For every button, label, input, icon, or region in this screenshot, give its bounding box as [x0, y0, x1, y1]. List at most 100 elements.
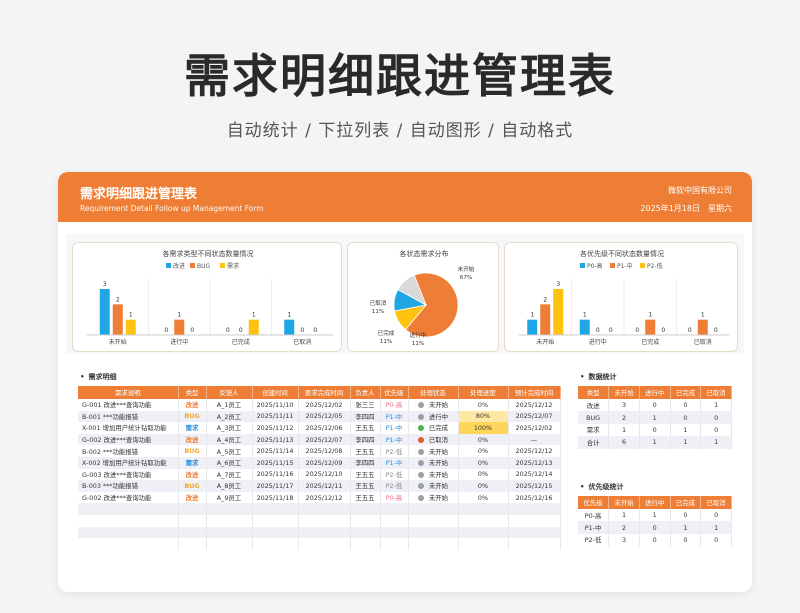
bar: [697, 319, 708, 335]
empty-cell: [252, 503, 299, 515]
table-cell: A_6员工: [206, 456, 253, 469]
empty-cell: [206, 503, 253, 515]
status-cell: 进行中: [408, 410, 459, 423]
table-cell: 2025/11/14: [252, 445, 299, 457]
stat-cell: 1: [608, 509, 640, 522]
priority-cell: P0-高: [380, 399, 409, 411]
status-dot-icon: [417, 413, 424, 420]
status-text: 未开始: [428, 401, 449, 410]
empty-cell: [78, 526, 179, 539]
report-card: 需求明细跟进管理表 Requirement Detail Follow up M…: [58, 172, 752, 592]
stat-row: 改进 3 0 0 1: [578, 399, 732, 412]
column-header: 创建时间: [252, 386, 299, 399]
empty-cell: [408, 514, 459, 527]
table-row[interactable]: G-001 改进***查询功能 改进 A_1员工 2025/11/10 2025/12/…: [78, 399, 561, 411]
stat-cell: 需求: [578, 423, 610, 437]
table-cell: 2025/11/16: [252, 468, 299, 481]
status-dot-icon: [417, 425, 424, 432]
status-dot-icon: [417, 460, 424, 467]
bar: [579, 319, 590, 335]
empty-cell: [508, 538, 561, 550]
tick-label: 未开始: [109, 338, 127, 346]
status-dot-icon: [417, 437, 424, 444]
data-label: 0: [313, 327, 317, 334]
empty-cell: [78, 503, 179, 515]
type-cell: BUG: [178, 480, 207, 492]
legend-swatch: [640, 263, 645, 268]
empty-cell: [252, 526, 299, 539]
stat-cell: 3: [608, 399, 640, 412]
empty-cell: [458, 526, 509, 539]
data-label: 1: [583, 312, 587, 319]
requirement-cell: X-001 增加用户统计钻取功能: [78, 422, 179, 434]
table-cell: 李四四: [350, 433, 381, 446]
data-label: 1: [177, 312, 181, 319]
empty-cell: [508, 526, 561, 539]
stat-row: 需求 1 0 1 0: [578, 423, 732, 437]
stat-cell: 1: [670, 521, 702, 534]
tick-label: 已取消: [694, 338, 712, 346]
empty-cell: [178, 503, 207, 515]
chart-priority-status-svg: 各优先级不同状态数量情况P0-高 P1-中 P2-低123未开始10 0进行中010已…: [519, 249, 729, 346]
table-cell: 2025/12/02: [508, 422, 561, 434]
progress-cell: 0%: [458, 399, 509, 411]
progress-cell: 0%: [458, 433, 509, 446]
table-row[interactable]: G-003 改进***查询功能 改进 A_7员工 2025/11/16 2025/12/…: [78, 468, 561, 481]
table-cell: 2025/12/12: [508, 399, 561, 411]
empty-cell: [380, 514, 409, 527]
status-cell: 未开始: [408, 445, 459, 457]
stat-column-header: 进行中: [639, 496, 671, 509]
table-cell: 2025/12/07: [298, 433, 351, 446]
column-header: 预计完成时间: [508, 386, 561, 399]
stat-row: P0-高 1 1 0 0: [578, 509, 732, 522]
empty-cell: [350, 526, 381, 539]
stat-cell: BUG: [578, 411, 610, 424]
empty-cell: [78, 538, 179, 550]
bar: [125, 319, 136, 335]
data-label: 0: [609, 327, 613, 334]
table-cell: A_7员工: [206, 468, 253, 481]
empty-row: [78, 503, 561, 515]
status-cell: 未开始: [408, 456, 459, 469]
table-row[interactable]: B-003 ***功能报错 BUG A_8员工 2025/11/17 2025/12/1…: [78, 480, 561, 492]
stat-cell: 1: [608, 423, 640, 437]
legend-swatch: [190, 263, 195, 268]
stat-cell: 1: [670, 423, 702, 437]
status-text: 已取消: [428, 436, 449, 445]
type-cell: 改进: [178, 491, 207, 504]
stat-cell: P2-低: [578, 533, 610, 547]
empty-cell: [508, 514, 561, 527]
table-cell: 2025/11/15: [252, 456, 299, 469]
table-cell: 2025/11/13: [252, 433, 299, 446]
table-row[interactable]: G-002 改进***查询功能 改进 A_9员工 2025/11/18 2025/12/…: [78, 491, 561, 504]
table-row[interactable]: X-002 增加用户统计钻取功能 需求 A_6员工 2025/11/15 2025/12…: [78, 456, 561, 469]
empty-cell: [408, 538, 459, 550]
table-cell: 2025/12/16: [508, 491, 561, 504]
hero-subtitle: 自动统计 / 下拉列表 / 自动图形 / 自动格式: [226, 121, 574, 141]
table-row[interactable]: G-002 改进***查询功能 改进 A_4员工 2025/11/13 2025/12/…: [78, 433, 561, 446]
empty-cell: [408, 503, 459, 515]
legend-label: 改进: [173, 262, 185, 270]
empty-cell: [298, 514, 351, 527]
progress-cell: 0%: [458, 491, 509, 504]
table-cell: 2025/11/18: [252, 491, 299, 504]
table-row[interactable]: B-002 ***功能报错 BUG A_5员工 2025/11/14 2025/12/0…: [78, 445, 561, 457]
data-label: 3: [556, 281, 560, 288]
table-cell: 2025/12/08: [298, 445, 351, 457]
table-cell: 王五五: [350, 491, 381, 504]
table-cell: 王五五: [350, 468, 381, 481]
chart-priority-status: 各优先级不同状态数量情况 P0-高 P1-中 P2-低 1 2 3 未开始 1 0 0 进行中 0 1 0 已…: [504, 242, 738, 352]
stat-column-header: 优先级: [578, 496, 610, 509]
column-header: 要求完成时间: [298, 386, 351, 399]
table-row[interactable]: B-001 ***功能报错 BUG A_2员工 2025/11/11 2025/12/0…: [78, 410, 561, 423]
date-text: 2025年1月18日: [640, 204, 700, 213]
bar: [174, 319, 185, 335]
table-cell: 2025/12/02: [298, 399, 351, 411]
table-row[interactable]: X-001 增加用户统计钻取功能 需求 A_3员工 2025/11/12 2025/12…: [78, 422, 561, 434]
tick-label: 已取消: [293, 338, 311, 346]
data-label: 0: [164, 327, 168, 334]
data-label: 0: [688, 327, 692, 334]
table-cell: A_4员工: [206, 433, 253, 446]
priority-cell: P1-中: [380, 410, 409, 423]
requirement-cell: B-001 ***功能报错: [78, 410, 179, 423]
